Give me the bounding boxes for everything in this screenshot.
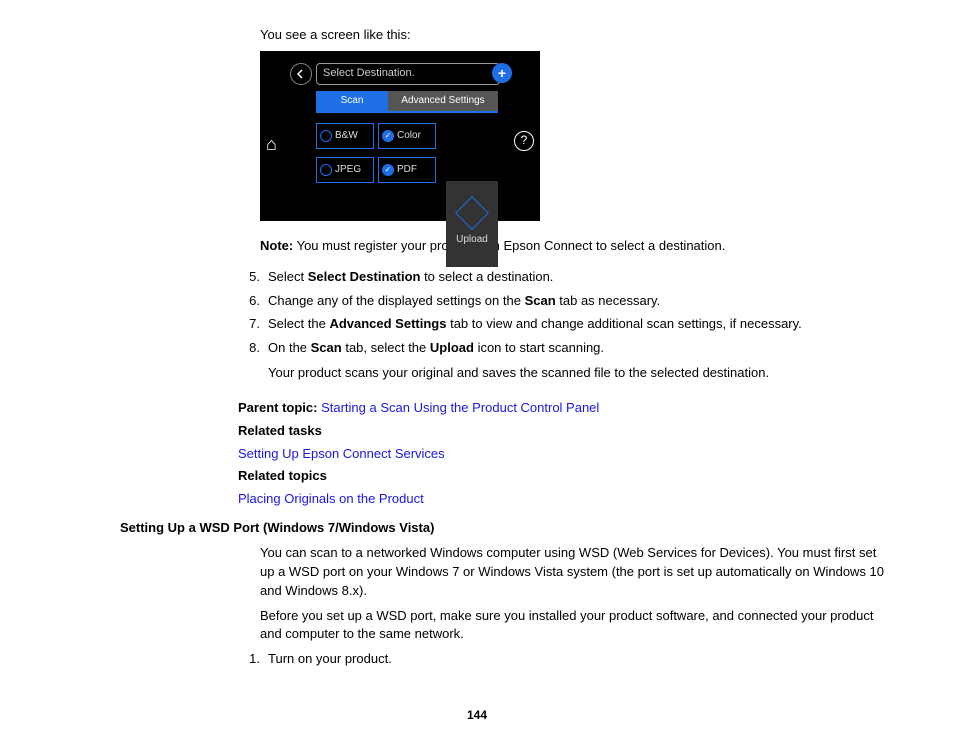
tab-advanced-settings[interactable]: Advanced Settings [388,91,498,111]
related-tasks-link[interactable]: Setting Up Epson Connect Services [238,446,445,461]
option-jpeg[interactable]: JPEG [316,157,374,183]
radio-off-icon [320,130,332,142]
step-8: 8. On the Scan tab, select the Upload ic… [238,339,894,389]
select-destination-label: Select Destination. [323,66,415,82]
upload-icon [455,196,489,230]
radio-off-icon [320,164,332,176]
step-6: 6. Change any of the displayed settings … [238,292,894,311]
step-5: 5. Select Select Destination to select a… [238,268,894,287]
intro-text: You see a screen like this: [260,26,894,45]
option-jpeg-label: JPEG [335,163,361,178]
help-icon[interactable]: ? [514,131,534,151]
note-text: You must register your product with Epso… [293,238,725,253]
check-icon: ✓ [382,130,394,142]
step-7: 7. Select the Advanced Settings tab to v… [238,315,894,334]
printer-lcd-screenshot: Select Destination. + Scan Advanced Sett… [260,51,540,221]
parent-topic-link[interactable]: Starting a Scan Using the Product Contro… [321,400,599,415]
wsd-paragraph-2: Before you set up a WSD port, make sure … [260,607,894,645]
option-bw-label: B&W [335,129,358,144]
option-pdf-label: PDF [397,163,417,178]
option-color-label: Color [397,129,421,144]
check-icon: ✓ [382,164,394,176]
steps-list: 5. Select Select Destination to select a… [238,268,894,389]
note-label: Note: [260,238,293,253]
scan-options-panel: B&W ✓ Color JPEG ✓ PDF [316,111,498,209]
page-number: 144 [0,707,954,724]
upload-label: Upload [456,233,488,248]
tab-row: Scan Advanced Settings [316,91,498,111]
wsd-steps-list: 1. Turn on your product. [238,650,894,669]
parent-topic-row: Parent topic: Starting a Scan Using the … [238,399,894,418]
option-pdf[interactable]: ✓ PDF [378,157,436,183]
related-topics-link[interactable]: Placing Originals on the Product [238,491,424,506]
step-8-result: Your product scans your original and sav… [268,364,894,383]
tab-scan[interactable]: Scan [316,91,388,111]
wsd-heading: Setting Up a WSD Port (Windows 7/Windows… [120,519,894,538]
related-tasks-label: Related tasks [238,422,894,441]
wsd-step-1: 1. Turn on your product. [238,650,894,669]
document-page: You see a screen like this: Select Desti… [0,0,954,738]
wsd-paragraph-1: You can scan to a networked Windows comp… [260,544,894,601]
upload-button[interactable]: Upload [446,181,498,267]
option-bw[interactable]: B&W [316,123,374,149]
related-topics-label: Related topics [238,467,894,486]
back-icon[interactable] [290,63,312,85]
home-icon[interactable]: ⌂ [266,131,277,157]
add-destination-icon[interactable]: + [492,63,512,83]
note-paragraph: Note: You must register your product wit… [260,237,894,256]
option-color[interactable]: ✓ Color [378,123,436,149]
parent-topic-label: Parent topic: [238,400,317,415]
select-destination-field[interactable]: Select Destination. [316,63,500,85]
